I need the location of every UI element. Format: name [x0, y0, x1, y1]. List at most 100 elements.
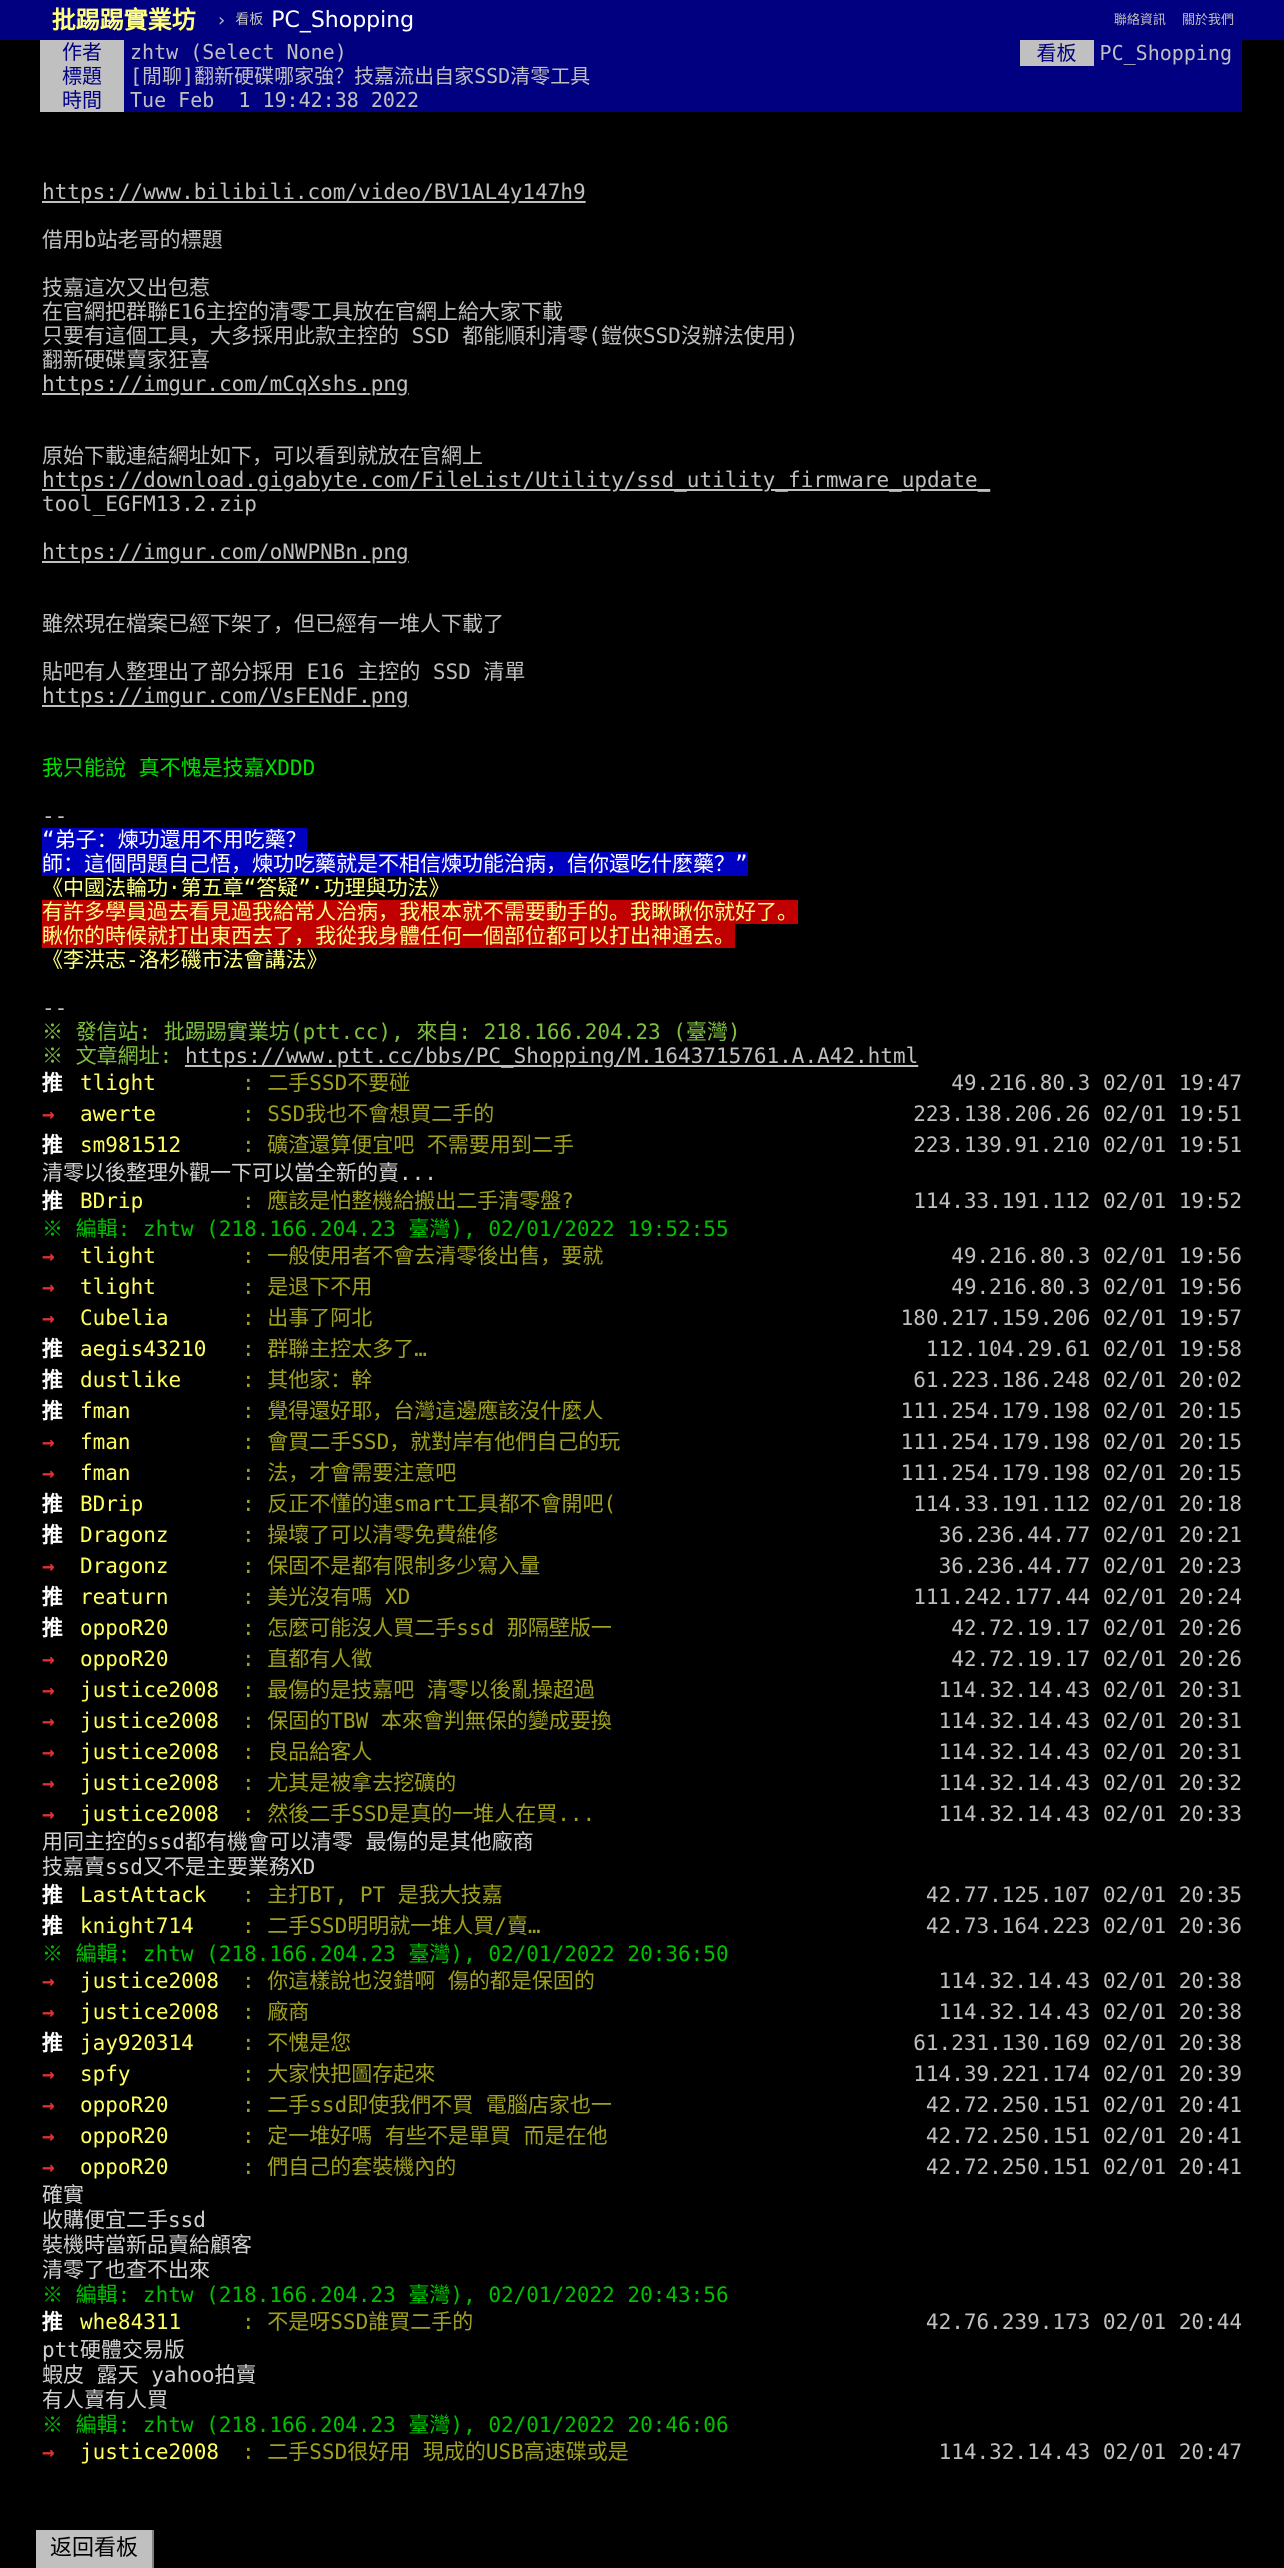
push-userid[interactable]: fman [80, 1458, 242, 1489]
push-ipdatetime: 42.76.239.173 02/01 20:44 [925, 2310, 1242, 2334]
push-tag: → [42, 1647, 55, 1671]
board-link[interactable]: PC_Shopping [271, 5, 414, 36]
author-tag: 作者 [40, 40, 124, 64]
push-content: : 你這樣說也沒錯啊 傷的都是保固的 [242, 1969, 595, 1993]
title-row: 標題 [閒聊]翻新硬碟哪家強？技嘉流出自家SSD清零工具 [40, 64, 590, 88]
board-label: 看板 [235, 11, 264, 28]
push-userid[interactable]: knight714 [80, 1911, 242, 1942]
push-userid[interactable]: justice2008 [80, 1997, 242, 2028]
push-content: : 保固不是都有限制多少寫入量 [242, 1554, 541, 1578]
push-userid[interactable]: sm981512 [80, 1130, 242, 1161]
author-reply-line: 用同主控的ssd都有機會可以清零 最傷的是其他廠商 [42, 1830, 534, 1854]
push-tag: 推 [42, 1189, 63, 1213]
push-content: : 定一堆好嗎 有些不是單買 而是在他 [242, 2124, 608, 2148]
push-userid[interactable]: oppoR20 [80, 1613, 242, 1644]
author-reply-line: 清零以後整理外觀一下可以當全新的賣... [42, 1161, 437, 1185]
push-userid[interactable]: fman [80, 1396, 242, 1427]
push-userid[interactable]: whe84311 [80, 2307, 242, 2338]
push-userid[interactable]: LastAttack [80, 1880, 242, 1911]
push-userid[interactable]: jay920314 [80, 2028, 242, 2059]
push-userid[interactable]: tlight [80, 1272, 242, 1303]
push-ipdatetime: 114.33.191.112 02/01 20:18 [913, 1492, 1242, 1516]
push-tag: 推 [42, 1585, 63, 1609]
push-userid[interactable]: Dragonz [80, 1551, 242, 1582]
push-ipdatetime: 114.32.14.43 02/01 20:32 [938, 1771, 1242, 1795]
push-userid[interactable]: Dragonz [80, 1520, 242, 1551]
push-tag: → [42, 1430, 55, 1454]
push-content: : 大家快把圖存起來 [242, 2062, 436, 2086]
push-userid[interactable]: awerte [80, 1099, 242, 1130]
push-userid[interactable]: Cubelia [80, 1303, 242, 1334]
push-ipdatetime: 49.216.80.3 02/01 19:56 [951, 1275, 1242, 1299]
push-content: : 不愧是您 [242, 2031, 352, 2055]
push-comment: 推 aegis43210: 群聯主控太多了… 112.104.29.61 02/01… [42, 1334, 1242, 1365]
push-userid[interactable]: aegis43210 [80, 1334, 242, 1365]
push-comment: 推 jay920314: 不愧是您 61.231.130.169 02/01 20:… [42, 2028, 1242, 2059]
top-links: 聯絡資訊 關於我們 [1102, 5, 1234, 36]
push-userid[interactable]: oppoR20 [80, 2152, 242, 2183]
push-userid[interactable]: reaturn [80, 1582, 242, 1613]
posting-site-info: ※ 發信站: 批踢踢實業坊(ptt.cc), 來自: 218.166.204.2… [42, 1020, 741, 1044]
imgur-link[interactable]: https://imgur.com/oNWPNBn.png [42, 540, 409, 564]
author-row: 作者 zhtw (Select None) [40, 40, 347, 64]
push-comment: → oppoR20: 直都有人徵 42.72.19.17 02/01 20:26 [42, 1644, 1242, 1675]
imgur-link[interactable]: https://imgur.com/VsFENdF.png [42, 684, 409, 708]
site-logo-link[interactable]: 批踢踢實業坊 [52, 5, 196, 36]
push-comment: → justice2008: 保固的TBW 本來會判無保的變成要換 114.32.1… [42, 1706, 1242, 1737]
push-comment: → Dragonz: 保固不是都有限制多少寫入量 36.236.44.77 02/0… [42, 1551, 1242, 1582]
author-value: zhtw (Select None) [130, 40, 347, 64]
push-comment: 推 dustlike: 其他家：幹 61.223.186.248 02/01 20:… [42, 1365, 1242, 1396]
download-link[interactable]: https://download.gigabyte.com/FileList/U… [42, 468, 990, 492]
about-link[interactable]: 關於我們 [1182, 13, 1234, 28]
push-ipdatetime: 114.39.221.174 02/01 20:39 [913, 2062, 1242, 2086]
push-userid[interactable]: oppoR20 [80, 2121, 242, 2152]
push-userid[interactable]: justice2008 [80, 1675, 242, 1706]
push-userid[interactable]: BDrip [80, 1489, 242, 1520]
paragraph: 雖然現在檔案已經下架了，但已經有一堆人下載了 [42, 612, 504, 636]
push-userid[interactable]: dustlike [80, 1365, 242, 1396]
article-url-row: ※ 文章網址: https://www.ptt.cc/bbs/PC_Shoppi… [42, 1044, 1242, 1068]
push-userid[interactable]: BDrip [80, 1186, 242, 1217]
push-userid[interactable]: fman [80, 1427, 242, 1458]
push-comment: → oppoR20: 定一堆好嗎 有些不是單買 而是在他 42.72.250.151… [42, 2121, 1242, 2152]
push-content: : 二手SSD明明就一堆人買/賣… [242, 1914, 541, 1938]
push-tag: 推 [42, 1399, 63, 1423]
imgur-link[interactable]: https://imgur.com/mCqXshs.png [42, 372, 409, 396]
push-comment: 推 whe84311: 不是呀SSD誰買二手的 42.76.239.173 02/0… [42, 2307, 1242, 2338]
bilibili-link[interactable]: https://www.bilibili.com/video/BV1AL4y14… [42, 180, 586, 204]
push-userid[interactable]: justice2008 [80, 1966, 242, 1997]
push-tag: → [42, 2062, 55, 2086]
push-tag: → [42, 1461, 55, 1485]
push-tag: 推 [42, 1492, 63, 1516]
push-tag: → [42, 1306, 55, 1330]
paragraph: 原始下載連結網址如下，可以看到就放在官網上 [42, 444, 483, 468]
push-userid[interactable]: oppoR20 [80, 1644, 242, 1675]
edit-notice: ※ 編輯: zhtw (218.166.204.23 臺灣), 02/01/20… [42, 2413, 729, 2437]
push-comment: 推 BDrip: 反正不懂的連smart工具都不會開吧(114.33.191.11… [42, 1489, 1242, 1520]
push-ipdatetime: 223.139.91.210 02/01 19:51 [913, 1133, 1242, 1157]
push-userid[interactable]: justice2008 [80, 1706, 242, 1737]
top-bar: 批踢踢實業坊 › 看板 PC_Shopping 聯絡資訊 關於我們 [0, 0, 1284, 40]
push-comment: 推 reaturn: 美光沒有嗎 XD 111.242.177.44 02/01 2… [42, 1582, 1242, 1613]
push-userid[interactable]: spfy [80, 2059, 242, 2090]
push-userid[interactable]: oppoR20 [80, 2090, 242, 2121]
author-reply-line: ptt硬體交易版 [42, 2338, 185, 2362]
push-userid[interactable]: justice2008 [80, 1737, 242, 1768]
push-userid[interactable]: tlight [80, 1241, 242, 1272]
push-userid[interactable]: justice2008 [80, 2437, 242, 2468]
signature-line: 《李洪志-洛杉磯市法會講法》 [42, 948, 328, 972]
back-to-board-button[interactable]: 返回看板 [36, 2530, 155, 2568]
push-userid[interactable]: tlight [80, 1068, 242, 1099]
push-tag: 推 [42, 1337, 63, 1361]
push-content: : 其他家：幹 [242, 1368, 373, 1392]
edit-notice: ※ 編輯: zhtw (218.166.204.23 臺灣), 02/01/20… [42, 2283, 729, 2307]
push-ipdatetime: 111.242.177.44 02/01 20:24 [913, 1585, 1242, 1609]
signature-line: “弟子：煉功還用不用吃藥？ [42, 828, 307, 852]
paragraph-line: 只要有這個工具，大多採用此款主控的 SSD 都能順利清零(鎧俠SSD沒辦法使用) [42, 324, 799, 348]
push-tag: 推 [42, 1523, 63, 1547]
article-url-link[interactable]: https://www.ptt.cc/bbs/PC_Shopping/M.164… [185, 1044, 918, 1068]
push-comment: → tlight: 一般使用者不會去清零後出售，要就 49.216.80.3 02/… [42, 1241, 1242, 1272]
push-userid[interactable]: justice2008 [80, 1768, 242, 1799]
push-userid[interactable]: justice2008 [80, 1799, 242, 1830]
contact-link[interactable]: 聯絡資訊 [1114, 13, 1166, 28]
